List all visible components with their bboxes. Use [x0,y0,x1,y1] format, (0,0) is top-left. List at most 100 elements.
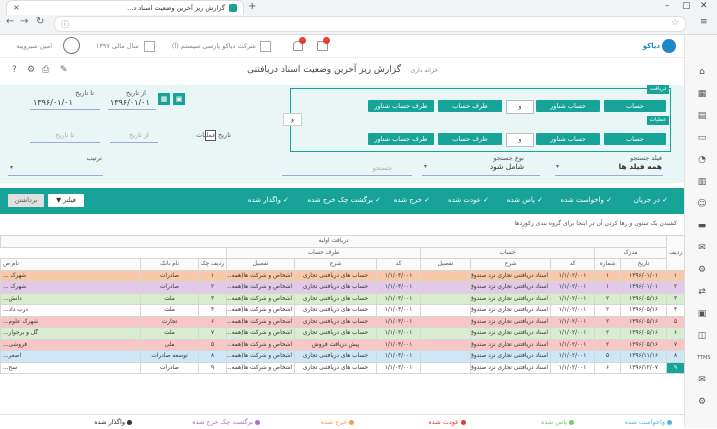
messages-icon[interactable]: ۰ [316,37,330,51]
col-party-detail[interactable]: تفصیل [226,258,296,271]
mail2-icon[interactable]: ✉ [697,375,707,385]
gears-icon[interactable]: ⚙ [697,265,707,275]
legend-dot [255,419,260,425]
status-tab-assigned[interactable]: ✓ واگذار شده [248,196,289,204]
menu-icon[interactable]: ≡ [700,17,708,27]
row2-float-party-button[interactable]: طرف حساب شناور [368,133,434,145]
row1-party-button[interactable]: طرف حساب [438,100,502,112]
to-date-input[interactable]: ۱۳۹۶/۰۱/۰۱ [33,98,73,107]
search-fields-select[interactable]: همه فیلد ها [619,162,662,171]
status-tab-protested[interactable]: ✓ واخواست شده [561,196,612,204]
table-row[interactable]: ۸ ۱۳۹۶/۱۱/۱۶ ۵ ۱/۱/۰۲/۰۰۱ اسناد دریافتنی تجا… [0,350,686,363]
col-acc-desc[interactable]: شرح [470,258,552,271]
tab-close-icon[interactable]: × [13,3,20,12]
minimize-icon[interactable]: – [665,1,670,11]
print-icon[interactable]: ⎙ [42,65,49,75]
sort-chevron-icon[interactable]: ▾ [10,164,13,171]
table-row[interactable]: ۱ ۱۳۹۶/۰۱/۰۱ ۱ ۱/۱/۰۲/۰۰۱ اسناد دریافتنی تجا… [0,269,686,282]
star-icon[interactable]: ☆ [671,18,679,28]
row1-float-party-button[interactable]: طرف حساب شناور [368,100,434,112]
table-cell-party-code: ۱/۱/۰۳/۰۰۱ [376,292,422,305]
table-row[interactable]: ۵ ۱۳۹۶/۰۵/۱۶ ۲ ۱/۱/۰۲/۰۰۱ اسناد دریافتنی تجا… [0,315,686,328]
back-icon[interactable]: ← [6,16,14,27]
table-cell-owner: درب داد... [0,304,142,317]
settings-icon[interactable]: ⚙ [697,397,707,407]
row1-float-account-button[interactable]: حساب شناور [536,100,600,112]
tools-icon[interactable]: ✎ [60,65,68,75]
mail-icon[interactable]: ✉ [697,243,707,253]
status-tab-in-progress[interactable]: ✓ در جریان [634,196,668,204]
col-acc-code[interactable]: کد [550,258,596,271]
home-icon[interactable]: ⌂ [697,67,707,77]
table-row[interactable]: ۶ ۱۳۹۶/۰۵/۱۶ ۲ ۱/۱/۰۲/۰۰۱ اسناد دریافتنی تجا… [0,327,686,340]
col-party-code[interactable]: کد [376,258,422,271]
table-cell-party-desc: حساب های دریافتنی تجاری [294,292,378,305]
and-or-toggle[interactable]: و [283,113,302,126]
fiscal-year[interactable]: سال مالی ۱۳۹۷ [96,42,139,50]
calendar-jalali-icon[interactable]: ▦ [158,93,170,105]
help-icon[interactable]: ? [12,65,17,75]
bank-icon[interactable]: ▥ [697,177,707,187]
clear-button[interactable]: برداشتن [8,194,44,207]
col-bank[interactable]: نام بانک [140,258,200,271]
legend-returned: عودت شده [428,418,466,426]
user-avatar-icon[interactable] [63,37,80,54]
user-name[interactable]: امین شیروییه [16,42,52,50]
address-bar[interactable]: ⓘ ☆ [54,16,686,32]
search-input[interactable]: جستجو [373,164,392,172]
browser-tab[interactable]: گزارش ریز آخرین وضعیت اسناد د... × [6,0,244,15]
breadcrumb[interactable]: خزانه داری [411,67,438,74]
table-cell-party-desc: پیش دریافت فروش [294,338,378,351]
notification-icon[interactable]: ۰ [292,37,306,51]
table-row[interactable]: ۲ ۱۳۹۶/۰۱/۰۱ ۱ ۱/۱/۰۲/۰۰۱ اسناد دریافتنی تجا… [0,281,686,294]
box-icon[interactable]: ◫ [697,331,707,341]
table-row[interactable]: ۴ ۱۳۹۶/۰۵/۱۶ ۲ ۱/۱/۰۲/۰۰۱ اسناد دریافتنی تجا… [0,304,686,317]
calendar-gregorian-icon[interactable]: ▣ [173,93,185,105]
document-icon[interactable]: ▤ [697,111,707,121]
search-type-select[interactable]: شامل شود [490,162,524,171]
card-icon[interactable]: ▬ [697,221,707,231]
desktop-icon[interactable]: ▭ [697,133,707,143]
app-logo[interactable]: دیاکو [636,39,676,53]
users-icon[interactable]: ☺ [697,199,707,209]
wallet-icon[interactable]: ▣ [697,309,707,319]
table-cell-date: ۱۳۹۶/۰۵/۱۶ [620,338,668,351]
status-tab-spent[interactable]: ✓ خرج شده [394,196,430,204]
col-owner[interactable]: نام ص [0,258,142,271]
col-acc-detail[interactable]: تفصیل [420,258,472,271]
pie-chart-icon[interactable]: ◔ [697,155,707,165]
row2-and-toggle[interactable]: و [506,133,534,147]
ttms-icon[interactable]: TTMS [697,353,711,363]
col-number[interactable]: شماره [594,258,622,271]
legend-protested: واخواست شده [625,418,672,426]
table-row[interactable]: ۳ ۱۳۹۶/۰۵/۱۶ ۲ ۱/۱/۰۲/۰۰۱ اسناد دریافتنی تجا… [0,292,686,305]
new-tab-button[interactable]: + [248,1,256,12]
status-tab-cleared[interactable]: ✓ پاس شده [507,196,543,204]
status-tab-spent-returned[interactable]: ✓ برگشت چک خرج شده [307,196,381,204]
transfer-icon[interactable]: ⇄ [697,287,707,297]
row1-account-button[interactable]: حساب [604,100,666,112]
row2-float-account-button[interactable]: حساب شناور [536,133,600,145]
header-row-index[interactable]: ردیف [666,235,686,271]
col-date[interactable]: تاریخ [620,258,668,271]
filter-button[interactable]: ▼ فیلتر [48,194,84,207]
row2-account-button[interactable]: حساب [604,133,666,145]
group-hint[interactable]: کشیدن یک ستون و رها کردن آن در اینجا برا… [514,220,677,227]
row2-party-button[interactable]: طرف حساب [438,133,502,145]
status-tab-returned[interactable]: ✓ عودت شده [448,196,489,204]
op-from-date-input[interactable]: از تاریخ [129,131,149,139]
table-row[interactable]: ۷ ۱۳۹۶/۰۵/۱۶ ۲ ۱/۱/۰۲/۰۰۱ اسناد دریافتنی تجا… [0,338,686,351]
maximize-icon[interactable]: ▢ [682,1,691,11]
table-row[interactable]: ۹ ۱۳۹۶/۱۲/۰۷ ۶ ۱/۱/۰۲/۰۰۱ اسناد دریافتنی تجا… [0,361,686,374]
company-name[interactable]: شرکت دیاکو پارسی سیستم (آ) [172,42,256,50]
calculator-icon[interactable]: ▦ [697,89,707,99]
from-date-input[interactable]: ۱۳۹۶/۰۱/۰۱ [110,98,150,107]
forward-icon[interactable]: → [20,16,28,27]
col-cheque-row[interactable]: ردیف چک [198,258,228,271]
op-to-date-input[interactable]: تا تاریخ [55,131,74,139]
reload-icon[interactable]: ↻ [36,16,44,27]
close-window-icon[interactable]: ✕ [700,1,708,11]
settings-icon[interactable]: ⚙ [27,65,35,75]
row1-and-toggle[interactable]: و [506,100,534,114]
col-party-desc[interactable]: شرح [294,258,378,271]
